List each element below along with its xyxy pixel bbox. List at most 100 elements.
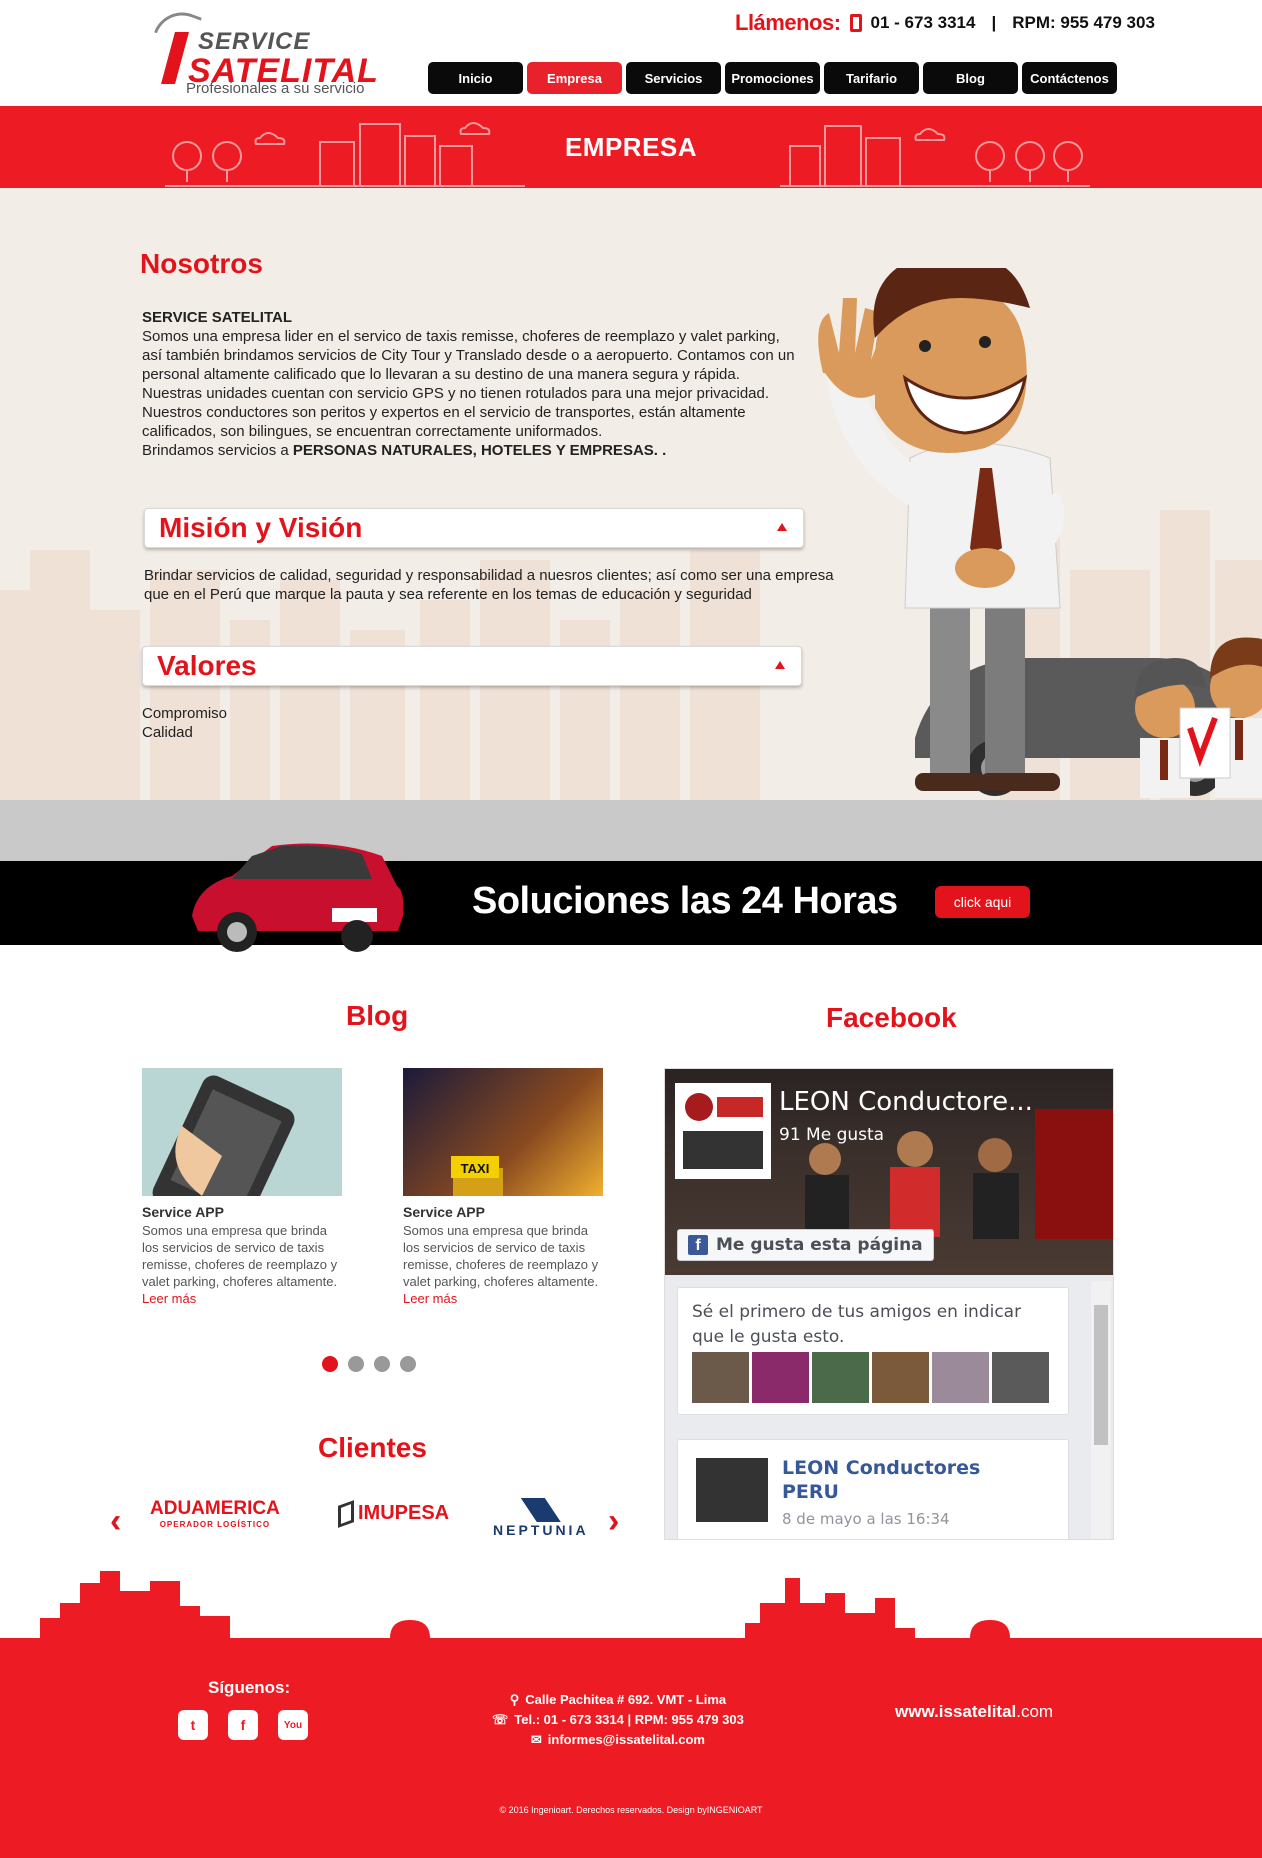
chauffeur-mascot-illustration <box>818 268 1262 798</box>
valores-list: Compromiso Calidad <box>142 704 842 742</box>
read-more-link[interactable]: Leer más <box>403 1291 457 1306</box>
chevron-left-icon[interactable]: ‹ <box>110 1502 121 1541</box>
chevron-right-icon[interactable]: › <box>608 1502 619 1541</box>
mision-text: Brindar servicios de calidad, seguridad … <box>144 567 834 603</box>
nosotros-heading: Nosotros <box>140 248 263 279</box>
page-banner: EMPRESA <box>0 106 1262 188</box>
blog-post[interactable]: TAXI Service APP Somos una empresa que b… <box>403 1068 603 1307</box>
collapse-arrow-icon <box>777 523 787 531</box>
nav-empresa[interactable]: Empresa <box>527 62 622 94</box>
copyright: © 2016 Ingenioart. Derechos reservados. … <box>499 1805 763 1815</box>
imupesa-name: IMUPESA <box>358 1502 450 1524</box>
facebook-post-author[interactable]: LEON Conductores PERU <box>782 1456 1022 1504</box>
valores-accordion[interactable]: Valores <box>142 646 802 686</box>
facebook-like-count: 91 Me gusta <box>779 1125 885 1145</box>
facebook-friends-text: Sé el primero de tus amigos en indicar q… <box>692 1302 1022 1347</box>
phone-number[interactable]: 01 - 673 3314 <box>871 13 976 33</box>
neptunia-name: NEPTUNIA <box>493 1522 589 1538</box>
blog-post[interactable]: Service APP Somos una empresa que brinda… <box>142 1068 342 1307</box>
facebook-page-name[interactable]: LEON Conductore... <box>779 1087 1033 1117</box>
valor-item: Calidad <box>142 724 193 741</box>
main-nav: Inicio Empresa Servicios Promociones Tar… <box>428 62 1117 94</box>
click-here-button[interactable]: click aqui <box>935 886 1030 918</box>
carousel-dot[interactable] <box>400 1356 416 1372</box>
rpm-number: RPM: 955 479 303 <box>1012 13 1155 32</box>
facebook-f-icon: f <box>688 1235 708 1255</box>
about-section: Nosotros SERVICE SATELITAL Somos una emp… <box>0 188 1262 800</box>
facebook-like-button[interactable]: f Me gusta esta página <box>677 1229 934 1261</box>
nav-inicio[interactable]: Inicio <box>428 62 523 94</box>
red-car-image <box>192 843 404 952</box>
valor-item: Compromiso <box>142 705 228 722</box>
footer-skyline <box>40 1571 1010 1638</box>
carousel-dot[interactable] <box>322 1356 338 1372</box>
twitter-icon[interactable]: t <box>178 1710 208 1740</box>
nav-servicios[interactable]: Servicios <box>626 62 721 94</box>
aduamerica-name: ADUAMERICA <box>150 1498 280 1519</box>
facebook-post-date[interactable]: 8 de mayo a las 16:34 <box>782 1510 950 1528</box>
valores-title: Valores <box>157 650 257 681</box>
blog-post-excerpt: Somos una empresa que brinda los servici… <box>403 1223 599 1289</box>
company-name: SERVICE SATELITAL <box>142 309 293 326</box>
carousel-dot[interactable] <box>374 1356 390 1372</box>
collapse-arrow-icon <box>775 661 785 669</box>
mail-icon: ✉ <box>530 1732 542 1747</box>
friend-avatar[interactable] <box>932 1352 989 1403</box>
friend-avatar[interactable] <box>812 1352 869 1403</box>
facebook-page-avatar[interactable] <box>675 1083 771 1179</box>
friend-avatar[interactable] <box>992 1352 1049 1403</box>
nav-promociones[interactable]: Promociones <box>725 62 820 94</box>
client-logo-neptunia[interactable]: NEPTUNIA <box>493 1498 589 1538</box>
youtube-icon[interactable]: You <box>278 1710 308 1740</box>
blog-post-image[interactable]: TAXI <box>403 1068 603 1196</box>
friend-avatar[interactable] <box>752 1352 809 1403</box>
page-title: EMPRESA <box>564 132 698 162</box>
site-tld: .com <box>1016 1702 1054 1721</box>
footer: Síguenos: t f You ⚲ Calle Pachitea # 692.… <box>0 1638 1262 1858</box>
footer-tel: Tel.: 01 - 673 3314 | RPM: 955 479 303 <box>514 1712 744 1727</box>
client-logo-aduamerica[interactable]: ADUAMERICA OPERADOR LOGÍSTICO <box>150 1498 280 1529</box>
client-logo-imupesa[interactable]: IMUPESA <box>338 1499 450 1528</box>
like-button-label: Me gusta esta página <box>716 1235 923 1255</box>
neptunia-mark-icon <box>520 1498 561 1522</box>
read-more-link[interactable]: Leer más <box>142 1291 196 1306</box>
follow-label: Síguenos: <box>208 1678 291 1697</box>
friend-avatar[interactable] <box>692 1352 749 1403</box>
blog-post-title[interactable]: Service APP <box>403 1204 603 1220</box>
logo-tagline: Profesionales a su servicio <box>186 80 365 97</box>
friend-avatar[interactable] <box>872 1352 929 1403</box>
facebook-icon[interactable]: f <box>228 1710 258 1740</box>
header-phone: Llámenos: 01 - 673 3314 | RPM: 955 479 3… <box>735 10 1155 36</box>
facebook-friends-card: Sé el primero de tus amigos en indicar q… <box>677 1287 1069 1415</box>
blog-post-image[interactable] <box>142 1068 342 1196</box>
aduamerica-sub: OPERADOR LOGÍSTICO <box>159 1520 271 1529</box>
scrollbar-thumb[interactable] <box>1094 1305 1108 1445</box>
page: SERVICE SATELITAL Profesionales a su ser… <box>0 0 1262 1858</box>
blog-post-title[interactable]: Service APP <box>142 1204 342 1220</box>
nav-contactenos[interactable]: Contáctenos <box>1022 62 1117 94</box>
facebook-widget: LEON Conductore... 91 Me gusta f Me gust… <box>664 1068 1114 1540</box>
footer-email[interactable]: informes@issatelital.com <box>548 1730 705 1750</box>
logo-mark <box>161 32 189 84</box>
nav-blog[interactable]: Blog <box>923 62 1018 94</box>
carousel-dot[interactable] <box>348 1356 364 1372</box>
facebook-scrollbar[interactable] <box>1091 1281 1111 1539</box>
phone-icon: ☏ <box>492 1712 509 1727</box>
clients-prefix: Brindamos servicios a <box>142 442 293 459</box>
facebook-post-avatar[interactable] <box>696 1458 768 1522</box>
social-links: t f You <box>178 1710 308 1740</box>
blog-post-desc: Somos una empresa que brinda los servici… <box>403 1222 603 1307</box>
facebook-cover[interactable]: LEON Conductore... 91 Me gusta f Me gust… <box>665 1069 1113 1275</box>
blog-heading: Blog <box>346 1000 409 1031</box>
site-domain: www.issatelital <box>895 1702 1017 1721</box>
mision-accordion[interactable]: Misión y Visión <box>144 508 804 548</box>
mision-title: Misión y Visión <box>159 512 363 543</box>
clients-types: PERSONAS NATURALES, HOTELES Y EMPRESAS. … <box>292 442 667 459</box>
footer-address: Calle Pachitea # 692. VMT - Lima <box>525 1692 727 1707</box>
facebook-heading: Facebook <box>826 1002 957 1033</box>
nav-tarifario[interactable]: Tarifario <box>824 62 919 94</box>
footer-website[interactable]: www.issatelital.com <box>895 1702 1053 1722</box>
logo[interactable]: SERVICE SATELITAL Profesionales a su ser… <box>154 4 378 100</box>
call-label: Llámenos: <box>735 10 841 35</box>
footer-contact: ⚲ Calle Pachitea # 692. VMT - Lima ☏ Tel.:… <box>492 1690 744 1750</box>
